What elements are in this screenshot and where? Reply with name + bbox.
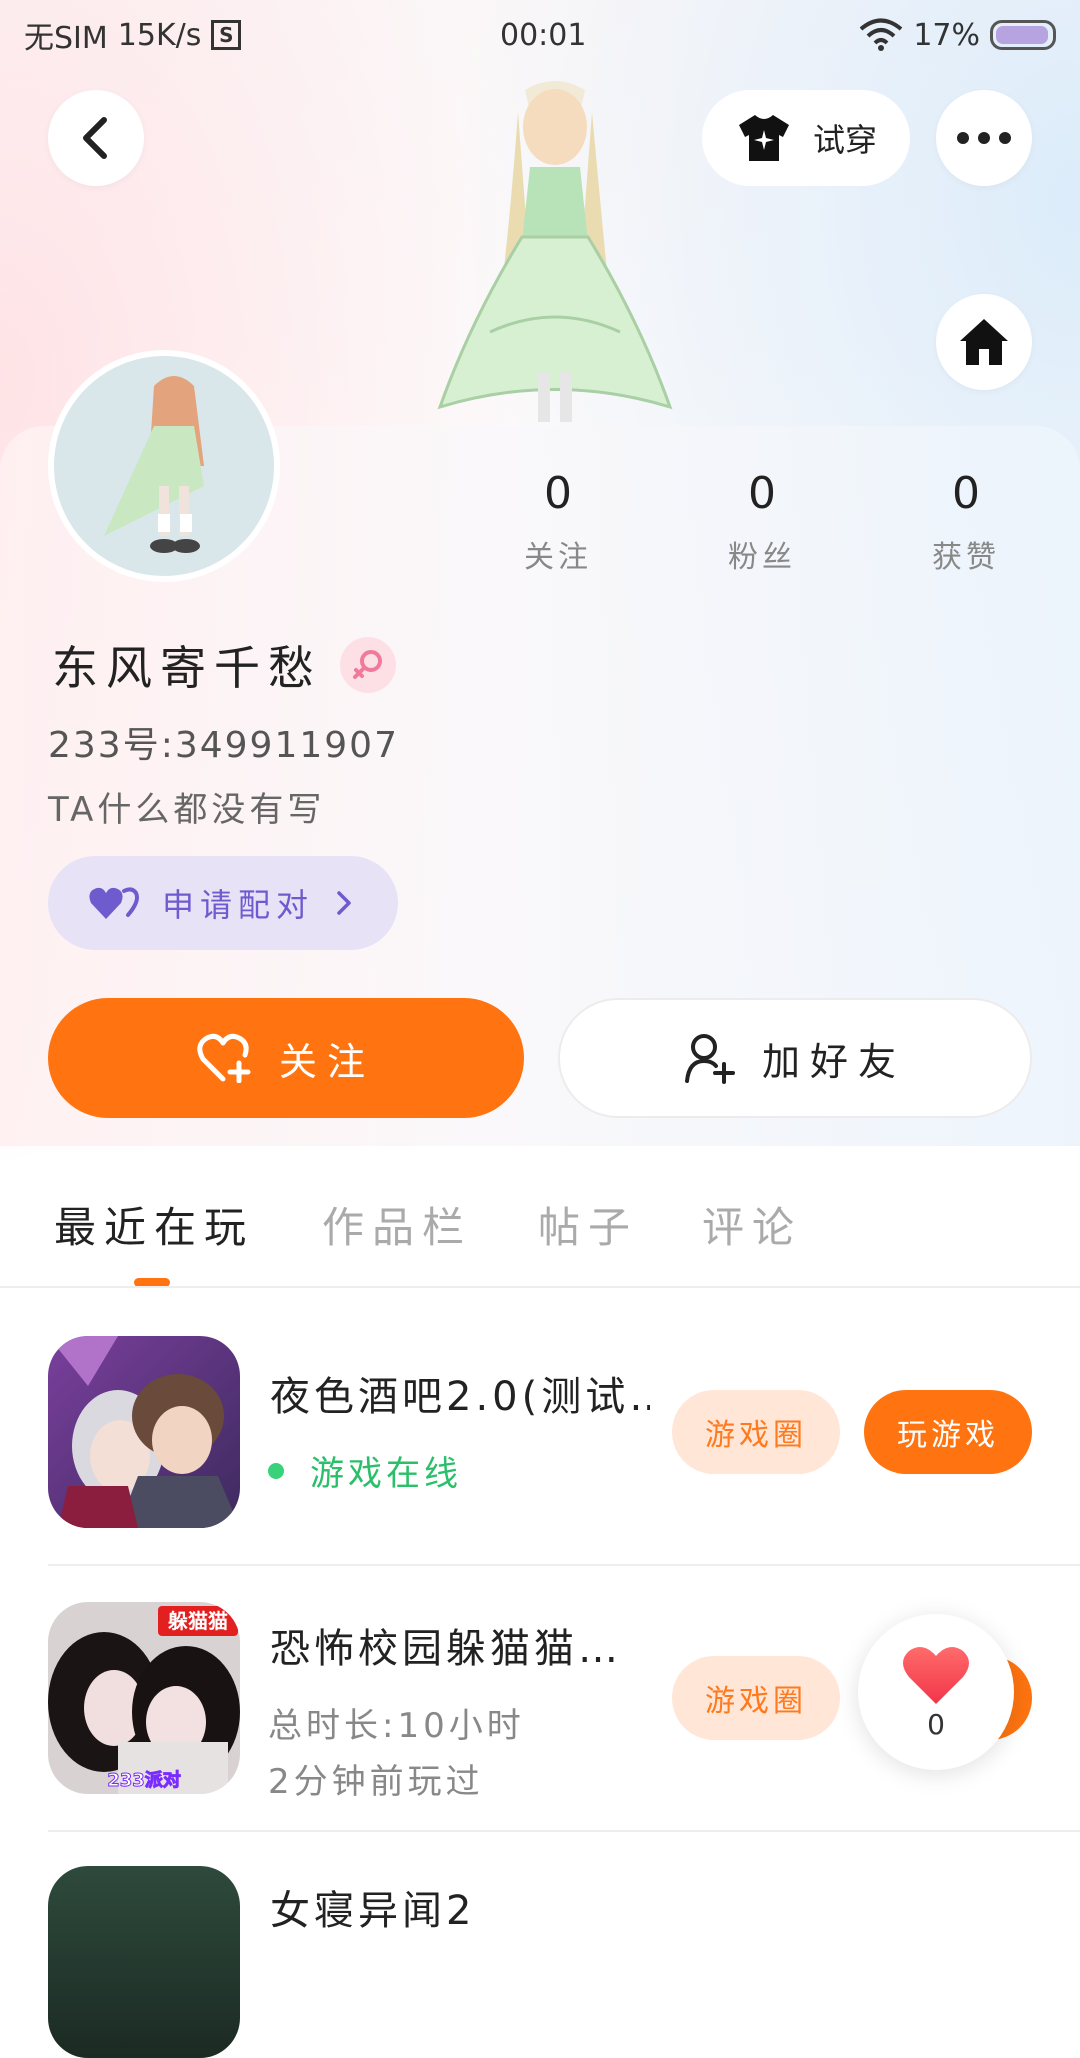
game-circle-button[interactable]: 游戏圈 <box>672 1656 840 1740</box>
follow-button[interactable]: 关注 <box>48 998 524 1118</box>
clock: 00:01 <box>500 17 587 53</box>
game-circle-button[interactable]: 游戏圈 <box>672 1390 840 1474</box>
heart-icon <box>903 1646 969 1704</box>
game-online-status: 游戏在线 <box>268 1446 462 1495</box>
home-icon <box>960 319 1008 365</box>
user-name-row: 东风寄千愁 <box>52 632 396 698</box>
avatar[interactable] <box>48 350 280 582</box>
tab-divider <box>0 1286 1080 1288</box>
fans-label: 粉丝 <box>728 540 796 575</box>
online-status-label: 游戏在线 <box>310 1454 462 1494</box>
game-duration: 总时长:10小时 <box>268 1706 525 1746</box>
add-friend-label: 加好友 <box>761 1039 906 1084</box>
online-dot-icon <box>268 1462 284 1479</box>
game-title: 夜色酒吧2.0(测试… <box>270 1374 650 1420</box>
add-user-icon <box>684 1034 735 1084</box>
list-item[interactable]: 女寝异闻2 <box>0 1830 1080 2058</box>
likes-label: 获赞 <box>932 540 1000 575</box>
tab-comments[interactable]: 评论 <box>702 1194 802 1255</box>
game-last-played: 2分钟前玩过 <box>268 1762 484 1802</box>
follow-label: 关注 <box>278 1039 375 1084</box>
game-icon-night-bar <box>48 1336 240 1528</box>
tab-works[interactable]: 作品栏 <box>322 1194 472 1255</box>
tab-posts[interactable]: 帖子 <box>538 1194 638 1255</box>
status-bar: 无SIM 15K/s S 00:01 17% <box>0 0 1080 70</box>
stat-likes[interactable]: 0 获赞 <box>896 468 1036 576</box>
network-speed: 15K/s <box>117 17 202 53</box>
stat-fans[interactable]: 0 粉丝 <box>692 468 832 576</box>
tab-bar: 最近在玩 作品栏 帖子 评论 <box>0 1152 1080 1287</box>
try-on-label: 试穿 <box>812 121 877 159</box>
chevron-right-icon <box>337 891 351 915</box>
more-button[interactable] <box>936 90 1032 186</box>
like-button[interactable]: 0 <box>858 1614 1014 1770</box>
back-button[interactable] <box>48 90 144 186</box>
list-item[interactable]: 夜色酒吧2.0(测试… 游戏在线 游戏圈 玩游戏 <box>0 1298 1080 1564</box>
svg-text:233派对: 233派对 <box>107 1769 181 1791</box>
game-title: 恐怖校园躲猫猫… <box>270 1626 622 1672</box>
add-friend-button[interactable]: 加好友 <box>558 998 1032 1118</box>
double-heart-icon <box>89 887 139 919</box>
request-pair-button[interactable]: 申请配对 <box>48 856 398 950</box>
carrier-text: 无SIM <box>24 21 108 56</box>
user-bio: TA什么都没有写 <box>48 790 326 830</box>
avatar-image <box>104 376 204 553</box>
user-name: 东风寄千愁 <box>52 641 322 695</box>
request-pair-label: 申请配对 <box>162 886 315 924</box>
like-count: 0 <box>927 1707 945 1741</box>
fans-count: 0 <box>748 468 776 519</box>
home-button[interactable] <box>936 294 1032 390</box>
user-id: 233号:349911907 <box>48 725 399 766</box>
battery-icon <box>990 20 1056 50</box>
wifi-icon <box>860 18 903 51</box>
stat-following[interactable]: 0 关注 <box>488 468 628 576</box>
svg-text:躲猫猫: 躲猫猫 <box>168 1609 228 1633</box>
try-on-button[interactable]: 试穿 <box>702 90 910 186</box>
game-icon-hide-and-seek: 躲猫猫 233派对 <box>48 1602 240 1794</box>
female-icon <box>340 637 396 693</box>
sim-icon: S <box>211 20 242 50</box>
tab-recent-playing[interactable]: 最近在玩 <box>54 1194 254 1255</box>
likes-count: 0 <box>952 468 980 519</box>
game-title: 女寝异闻2 <box>270 1888 476 1934</box>
game-icon-dorm-mystery <box>48 1866 240 2058</box>
chevron-left-icon <box>83 117 107 159</box>
play-game-button[interactable]: 玩游戏 <box>864 1390 1032 1474</box>
battery-percent: 17% <box>913 17 980 53</box>
tshirt-icon <box>738 115 789 161</box>
heart-plus-icon <box>197 1033 251 1083</box>
following-label: 关注 <box>524 540 592 575</box>
more-dots-icon <box>957 132 1011 144</box>
following-count: 0 <box>544 468 572 519</box>
avatar-showcase[interactable] <box>430 72 680 427</box>
